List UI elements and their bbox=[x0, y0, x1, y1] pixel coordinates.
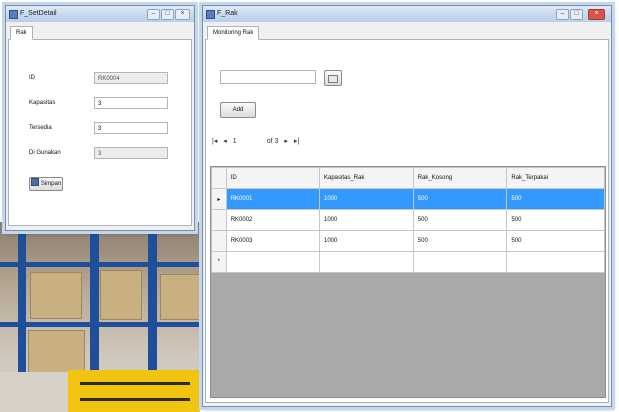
row-header[interactable] bbox=[211, 230, 227, 252]
app-icon bbox=[206, 10, 215, 19]
table-header-row: ID Kapasitas_Rak Rak_Kosong Rak_Terpakai bbox=[211, 167, 605, 189]
kapasitas-label: Kapasitas bbox=[29, 100, 56, 106]
search-button[interactable] bbox=[324, 70, 342, 86]
table-cell[interactable] bbox=[318, 251, 414, 273]
monitoring-tab-page: Add |◂ ◂ 1 of 3 ▸ ▸| ID Kapasitas_Rak Ra… bbox=[205, 40, 609, 403]
row-header[interactable] bbox=[211, 209, 227, 231]
move-next-icon[interactable]: ▸ bbox=[284, 137, 288, 145]
new-row-indicator-icon: * bbox=[211, 251, 227, 273]
table-cell[interactable]: RK0003 bbox=[225, 230, 320, 252]
count-label: of 3 bbox=[266, 138, 279, 145]
maximize-icon[interactable]: □ bbox=[161, 9, 174, 20]
table-cell[interactable]: 500 bbox=[506, 209, 605, 231]
table-row[interactable]: ▸ RK0001 1000 500 500 bbox=[211, 188, 605, 210]
search-input[interactable] bbox=[220, 70, 316, 84]
minimize-icon[interactable]: – bbox=[147, 9, 160, 20]
tersedia-field[interactable]: 3 bbox=[94, 122, 168, 134]
rak-main-tabstrip: Monitoring Rak bbox=[205, 25, 609, 40]
id-field[interactable]: RK0004 bbox=[94, 72, 168, 84]
set-detail-title: F_SetDetail bbox=[20, 10, 57, 17]
table-cell[interactable] bbox=[506, 251, 605, 273]
column-header-kapasitas[interactable]: Kapasitas_Rak bbox=[318, 167, 414, 189]
close-icon[interactable]: × bbox=[588, 9, 605, 20]
rak-main-window: F_Rak – □ × Monitoring Rak Add |◂ ◂ 1 of… bbox=[202, 5, 612, 407]
close-icon[interactable]: × bbox=[175, 9, 190, 20]
table-cell[interactable]: 500 bbox=[412, 188, 508, 210]
rak-main-title: F_Rak bbox=[217, 10, 238, 17]
table-cell[interactable]: 1000 bbox=[318, 188, 414, 210]
move-first-icon[interactable]: |◂ bbox=[212, 137, 217, 145]
digunakan-label: Di Gunakan bbox=[29, 150, 61, 156]
save-button[interactable]: Simpan bbox=[29, 177, 63, 191]
rak-data-grid[interactable]: ID Kapasitas_Rak Rak_Kosong Rak_Terpakai… bbox=[210, 166, 606, 398]
tab-rak[interactable]: Rak bbox=[10, 26, 33, 40]
maximize-icon[interactable]: □ bbox=[570, 9, 583, 20]
id-label: ID bbox=[29, 75, 35, 81]
set-detail-titlebar[interactable]: F_SetDetail – □ × bbox=[6, 6, 194, 22]
table-row[interactable]: RK0002 1000 500 500 bbox=[211, 209, 605, 231]
set-detail-tabstrip: Rak bbox=[8, 25, 192, 40]
warehouse-background-image bbox=[0, 222, 200, 412]
minimize-icon[interactable]: – bbox=[556, 9, 569, 20]
table-cell[interactable]: RK0002 bbox=[225, 209, 320, 231]
search-icon bbox=[328, 75, 338, 83]
table-cell[interactable]: 500 bbox=[506, 230, 605, 252]
kapasitas-field[interactable]: 3 bbox=[94, 97, 168, 109]
table-cell[interactable] bbox=[225, 251, 320, 273]
table-cell[interactable]: 500 bbox=[412, 209, 508, 231]
app-icon bbox=[9, 10, 18, 19]
table-row[interactable]: RK0003 1000 500 500 bbox=[211, 230, 605, 252]
column-header-terpakai[interactable]: Rak_Terpakai bbox=[506, 167, 605, 189]
row-header-corner bbox=[211, 167, 227, 189]
table-cell[interactable]: 1000 bbox=[318, 230, 414, 252]
position-input[interactable]: 1 bbox=[233, 138, 261, 145]
binding-navigator: |◂ ◂ 1 of 3 ▸ ▸| bbox=[212, 137, 303, 145]
rak-table: ID Kapasitas_Rak Rak_Kosong Rak_Terpakai… bbox=[211, 167, 605, 273]
current-row-indicator-icon: ▸ bbox=[211, 188, 227, 210]
table-cell[interactable]: 500 bbox=[506, 188, 605, 210]
add-button[interactable]: Add bbox=[220, 102, 256, 118]
move-last-icon[interactable]: ▸| bbox=[294, 137, 299, 145]
table-cell[interactable]: 1000 bbox=[318, 209, 414, 231]
new-row[interactable]: * bbox=[211, 251, 605, 273]
table-cell[interactable] bbox=[412, 251, 508, 273]
column-header-kosong[interactable]: Rak_Kosong bbox=[412, 167, 508, 189]
table-cell[interactable]: 500 bbox=[412, 230, 508, 252]
move-previous-icon[interactable]: ◂ bbox=[223, 137, 227, 145]
rak-tab-page: ID RK0004 Kapasitas 3 Tersedia 3 Di Guna… bbox=[8, 40, 192, 226]
column-header-id[interactable]: ID bbox=[225, 167, 320, 189]
tersedia-label: Tersedia bbox=[29, 125, 52, 131]
tab-monitoring-rak[interactable]: Monitoring Rak bbox=[207, 26, 260, 40]
digunakan-field[interactable]: 3 bbox=[94, 147, 168, 159]
rak-main-titlebar[interactable]: F_Rak – □ × bbox=[203, 6, 611, 22]
save-button-label: Simpan bbox=[40, 181, 62, 187]
save-icon bbox=[30, 178, 39, 186]
table-cell[interactable]: RK0001 bbox=[225, 188, 320, 210]
set-detail-window: F_SetDetail – □ × Rak ID RK0004 Kapasita… bbox=[5, 5, 195, 231]
